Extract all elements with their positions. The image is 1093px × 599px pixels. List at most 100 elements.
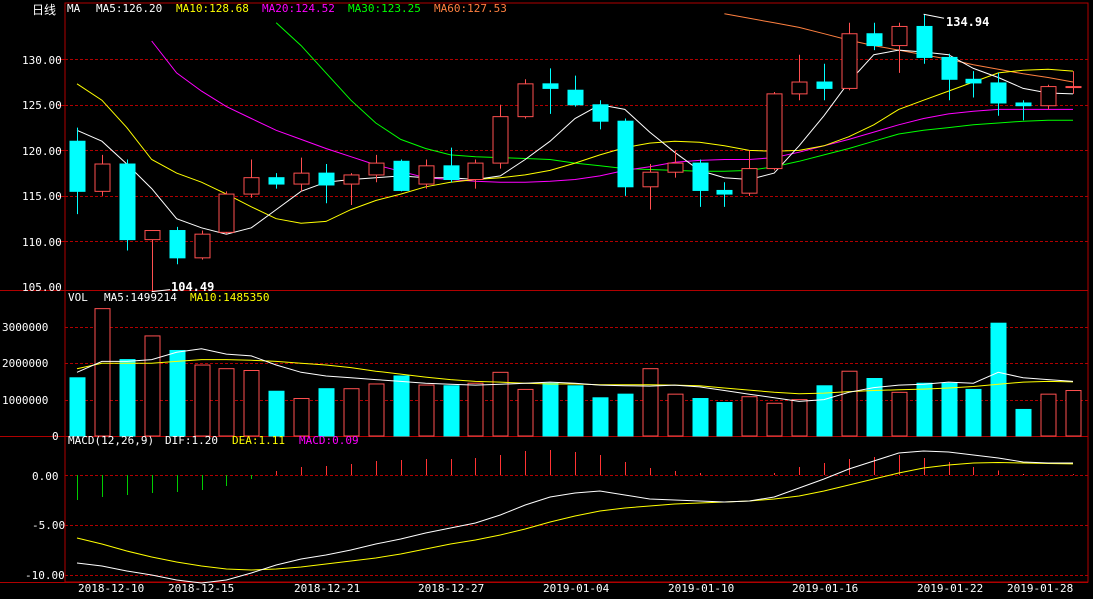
- volume-bar-down: [318, 388, 335, 437]
- candle-body-down: [393, 160, 410, 191]
- x-date-label: 2019-01-04: [543, 582, 610, 595]
- x-date-label: 2018-12-27: [418, 582, 484, 595]
- ma30-label: MA30:123.25: [348, 2, 421, 15]
- candle-body-down: [941, 56, 958, 80]
- candle-body-down: [542, 83, 559, 89]
- ma20-label: MA20:124.52: [262, 2, 335, 15]
- candle-body-down: [692, 162, 709, 191]
- volume-panel-title: VOL: [68, 291, 88, 304]
- volume-bar-down: [567, 385, 584, 437]
- price-tick-label: 125.00: [22, 99, 62, 112]
- candle-body-down: [69, 140, 86, 192]
- candle-body-up: [1040, 86, 1057, 107]
- ma60-line: [724, 13, 1074, 83]
- candle-body-down: [268, 177, 285, 185]
- volume-bar-up: [667, 393, 684, 437]
- candle-body-up: [766, 93, 783, 170]
- volume-bar-down: [941, 382, 958, 437]
- volume-bar-down: [542, 382, 559, 437]
- vol-ma5-label: MA5:1499214: [104, 291, 177, 304]
- volume-bar-down: [916, 382, 933, 437]
- volume-bar-down: [443, 385, 460, 437]
- candle-body-up: [94, 163, 111, 192]
- volume-bar-down: [393, 375, 410, 437]
- volume-tick-label: 2000000: [2, 357, 48, 370]
- ma60-label: MA60:127.53: [434, 2, 507, 15]
- candle-body-up: [194, 233, 211, 259]
- candle-body-up: [418, 165, 435, 185]
- volume-bar-down: [692, 398, 709, 437]
- candle-body-up: [1065, 86, 1082, 89]
- volume-bar-up: [218, 368, 235, 437]
- price-tick-label: 120.00: [22, 145, 62, 158]
- candle-body-up: [841, 33, 858, 89]
- macd-tick-label: -10.00: [25, 569, 65, 582]
- candle-body-up: [293, 172, 310, 185]
- candle-body-down: [443, 165, 460, 181]
- macd-tick-label: -5.00: [32, 519, 65, 532]
- candle-body-up: [218, 193, 235, 233]
- volume-bar-down: [1015, 408, 1032, 437]
- price-tick-label: 115.00: [22, 190, 62, 203]
- price-indicator-label: MA: [67, 2, 81, 15]
- candle-body-down: [816, 81, 833, 89]
- volume-bar-up: [144, 335, 161, 437]
- volume-bar-up: [791, 399, 808, 437]
- volume-bar-up: [467, 382, 484, 437]
- candle-body-up: [492, 116, 509, 164]
- candle-body-down: [965, 78, 982, 84]
- candle-body-down: [916, 25, 933, 58]
- x-date-label: 2018-12-10: [78, 582, 144, 595]
- macd-panel-title: MACD(12,26,9): [68, 434, 154, 447]
- volume-bar-down: [617, 393, 634, 437]
- candle-body-up: [343, 174, 360, 185]
- volume-bar-up: [243, 370, 260, 437]
- macd-tick-label: 0.00: [32, 470, 59, 483]
- candle-body-up: [144, 230, 161, 241]
- volume-bar-up: [194, 364, 211, 437]
- volume-tick-label: 1000000: [2, 394, 48, 407]
- volume-bar-down: [716, 402, 733, 437]
- max-pointer-line: [923, 13, 945, 19]
- ma5-label: MA5:126.20: [96, 2, 162, 15]
- stock-chart: 日线 MA MA5:126.20 MA10:128.68 MA20:124.52…: [0, 2, 1089, 595]
- price-tick-label: 105.00: [22, 281, 62, 294]
- candle-body-down: [318, 172, 335, 186]
- volume-bar-up: [418, 384, 435, 437]
- volume-bar-up: [368, 383, 385, 437]
- volume-bar-up: [766, 402, 783, 437]
- volume-bar-up: [642, 368, 659, 437]
- volume-bar-up: [293, 398, 310, 437]
- x-date-label: 2019-01-10: [668, 582, 734, 595]
- candle-body-down: [169, 230, 186, 259]
- volume-bar-up: [343, 388, 360, 437]
- candle-body-up: [741, 168, 758, 194]
- candle-body-down: [617, 120, 634, 188]
- volume-bar-down: [119, 359, 136, 437]
- x-date-label: 2019-01-22: [917, 582, 983, 595]
- candle-body-down: [592, 104, 609, 122]
- ma10-label: MA10:128.68: [176, 2, 249, 15]
- ma20-line: [151, 40, 1073, 183]
- volume-bar-up: [1040, 393, 1057, 437]
- price-panel-title: 日线: [32, 3, 56, 17]
- candle-body-down: [1015, 102, 1032, 107]
- volume-bar-up: [891, 391, 908, 437]
- x-date-label: 2019-01-28: [1007, 582, 1073, 595]
- candle-body-up: [517, 83, 534, 118]
- volume-bar-down: [990, 322, 1007, 437]
- candle-body-up: [243, 177, 260, 195]
- candle-body-up: [667, 162, 684, 173]
- candle-body-up: [891, 25, 908, 47]
- volume-bar-down: [169, 349, 186, 437]
- volume-tick-label: 0: [52, 430, 59, 443]
- min-price-label: 104.49: [171, 280, 214, 294]
- x-date-label: 2019-01-16: [792, 582, 858, 595]
- volume-bar-down: [69, 377, 86, 437]
- candle-body-up: [791, 81, 808, 95]
- candle-body-up: [642, 171, 659, 188]
- volume-bar-down: [592, 397, 609, 437]
- dif-label: DIF:1.20: [165, 434, 218, 447]
- volume-bar-up: [517, 388, 534, 437]
- candle-body-up: [467, 162, 484, 181]
